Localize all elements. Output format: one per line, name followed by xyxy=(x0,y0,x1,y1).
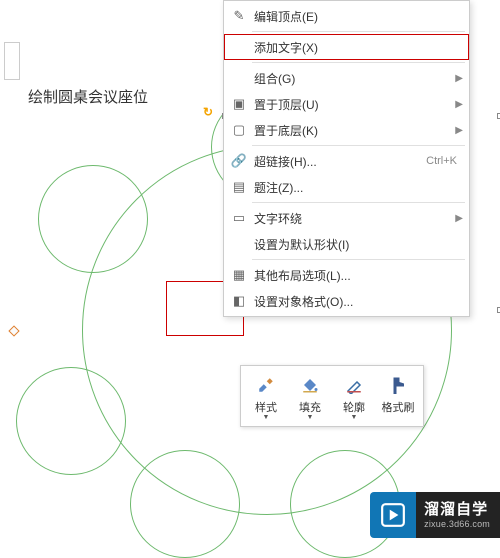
menu-label: 置于顶层(U) xyxy=(250,96,451,113)
seat-circle[interactable] xyxy=(38,165,148,273)
menu-label: 文字环绕 xyxy=(250,210,451,227)
chevron-right-icon: ▶ xyxy=(451,125,463,136)
menu-text-wrap[interactable]: ▭ 文字环绕 ▶ xyxy=(224,205,469,231)
format-painter-icon xyxy=(389,373,407,397)
menu-label: 题注(Z)... xyxy=(250,179,463,196)
context-menu: ✎ 编辑顶点(E) 添加文字(X) 组合(G) ▶ ▣ 置于顶层(U) ▶ ▢ … xyxy=(223,0,470,317)
textbox-handle[interactable] xyxy=(4,42,20,80)
chevron-right-icon: ▶ xyxy=(451,73,463,84)
rotate-handle-icon[interactable]: ↻ xyxy=(203,105,217,119)
menu-separator xyxy=(252,62,465,63)
menu-separator xyxy=(252,259,465,260)
watermark-text: 溜溜自学 zixue.3d66.com xyxy=(416,492,500,538)
menu-add-text[interactable]: 添加文字(X) xyxy=(224,34,469,60)
menu-send-back[interactable]: ▢ 置于底层(K) ▶ xyxy=(224,117,469,143)
chevron-right-icon: ▶ xyxy=(451,99,463,110)
layout-icon: ▦ xyxy=(228,267,250,283)
chevron-down-icon: ▼ xyxy=(351,414,358,421)
chevron-down-icon: ▼ xyxy=(307,414,314,421)
canvas-title: 绘制圆桌会议座位 xyxy=(28,86,148,107)
bring-front-icon: ▣ xyxy=(228,96,250,112)
style-button[interactable]: 样式 ▼ xyxy=(244,369,288,423)
menu-hyperlink[interactable]: 🔗 超链接(H)... Ctrl+K xyxy=(224,148,469,174)
chevron-right-icon: ▶ xyxy=(451,213,463,224)
watermark: 溜溜自学 zixue.3d66.com xyxy=(370,492,500,538)
menu-group[interactable]: 组合(G) ▶ xyxy=(224,65,469,91)
menu-caption[interactable]: ▤ 题注(Z)... xyxy=(224,174,469,200)
menu-label: 超链接(H)... xyxy=(250,153,426,170)
fill-button[interactable]: 填充 ▼ xyxy=(288,369,332,423)
watermark-title: 溜溜自学 xyxy=(424,501,490,519)
hyperlink-icon: 🔗 xyxy=(228,153,250,169)
tb-label: 轮廓 xyxy=(343,399,365,415)
style-brush-icon xyxy=(257,373,275,397)
play-badge-icon xyxy=(370,492,416,538)
menu-shortcut: Ctrl+K xyxy=(426,155,463,167)
chevron-down-icon: ▼ xyxy=(263,414,270,421)
menu-set-default-shape[interactable]: 设置为默认形状(I) xyxy=(224,231,469,257)
menu-label: 编辑顶点(E) xyxy=(250,8,463,25)
send-back-icon: ▢ xyxy=(228,122,250,138)
fill-bucket-icon xyxy=(301,373,319,397)
tb-label: 填充 xyxy=(299,399,321,415)
seat-circle[interactable] xyxy=(16,367,126,475)
caption-icon: ▤ xyxy=(228,179,250,195)
adjust-handle[interactable] xyxy=(8,325,19,336)
format-object-icon: ◧ xyxy=(228,293,250,309)
menu-label: 置于底层(K) xyxy=(250,122,451,139)
menu-bring-front[interactable]: ▣ 置于顶层(U) ▶ xyxy=(224,91,469,117)
menu-more-layout[interactable]: ▦ 其他布局选项(L)... xyxy=(224,262,469,288)
menu-separator xyxy=(252,202,465,203)
text-wrap-icon: ▭ xyxy=(228,210,250,226)
tb-label: 样式 xyxy=(255,399,277,415)
menu-label: 组合(G) xyxy=(250,70,451,87)
menu-format-object[interactable]: ◧ 设置对象格式(O)... xyxy=(224,288,469,314)
format-painter-button[interactable]: 格式刷 xyxy=(376,369,420,423)
floating-toolbar: 样式 ▼ 填充 ▼ 轮廓 ▼ 格式刷 xyxy=(240,365,424,427)
seat-circle[interactable] xyxy=(130,450,240,558)
tb-label: 格式刷 xyxy=(382,399,415,415)
edit-vertex-icon: ✎ xyxy=(228,8,250,24)
outline-button[interactable]: 轮廓 ▼ xyxy=(332,369,376,423)
menu-label: 添加文字(X) xyxy=(250,39,463,56)
menu-separator xyxy=(252,31,465,32)
menu-label: 其他布局选项(L)... xyxy=(250,267,463,284)
outline-pen-icon xyxy=(345,373,363,397)
menu-separator xyxy=(252,145,465,146)
menu-edit-vertex[interactable]: ✎ 编辑顶点(E) xyxy=(224,3,469,29)
menu-label: 设置为默认形状(I) xyxy=(250,236,463,253)
menu-label: 设置对象格式(O)... xyxy=(250,293,463,310)
watermark-sub: zixue.3d66.com xyxy=(424,519,490,530)
